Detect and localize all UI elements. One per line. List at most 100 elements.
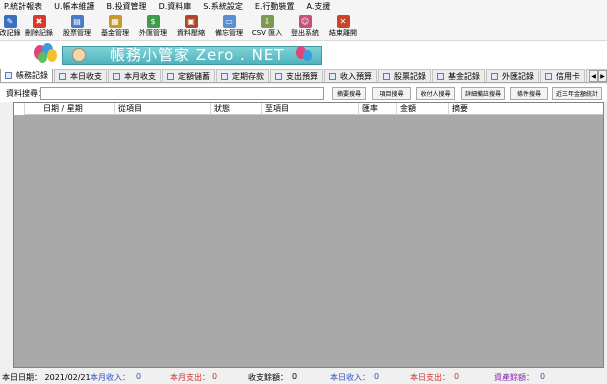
toolbar-label: 改記錄: [0, 29, 21, 37]
tab-scroll: ◀ ▶: [589, 70, 607, 82]
condition-search-button[interactable]: 條件搜尋: [510, 87, 548, 100]
day-expense-label: 本日支出：: [410, 373, 450, 382]
tab-1[interactable]: 本日收支: [54, 69, 107, 82]
fund-button[interactable]: ▦ 基金管理: [96, 13, 134, 41]
tab-4[interactable]: 定期存款: [216, 69, 269, 82]
balloon-icon: [38, 52, 47, 63]
tab-label: 本月收支: [124, 71, 156, 81]
tab-icon: [545, 72, 552, 80]
tab-0[interactable]: 帳務記錄: [0, 69, 53, 82]
tab-6[interactable]: 收入預算: [324, 69, 377, 82]
payee-search-button[interactable]: 收付人搜尋: [416, 87, 455, 100]
day-income-label: 本日收入：: [330, 373, 370, 382]
app-window: P.統計報表 U.帳本維護 B.投資管理 D.資料庫 S.系統設定 E.行動裝置…: [0, 0, 607, 384]
tab-icon: [113, 72, 120, 80]
month-expense-value: 0: [212, 372, 218, 381]
column-rate[interactable]: 匯率: [359, 103, 397, 115]
toolbar-label: 備忘管理: [215, 29, 243, 37]
memo-icon: ▭: [222, 15, 236, 28]
scroll-right-icon[interactable]: ▶: [598, 70, 607, 82]
column-to-item[interactable]: 至項目: [262, 103, 359, 115]
asset-label: 資產餘額：: [494, 373, 534, 382]
menu-investment[interactable]: B.投資管理: [107, 0, 147, 13]
app-title: 帳務小管家 Zero . NET: [110, 46, 285, 64]
tab-bar: 帳務記錄 本日收支 本月收支 定額儲蓄 定期存款 支出預算 收入預算 股票記錄 基金記錄 外匯記錄…: [0, 69, 607, 83]
currency-icon: $: [146, 15, 160, 28]
menu-report[interactable]: P.統計報表: [4, 0, 42, 13]
menu-bar: P.統計報表 U.帳本維護 B.投資管理 D.資料庫 S.系統設定 E.行動裝置…: [0, 0, 607, 13]
delete-record-icon: ✖: [32, 15, 46, 28]
toolbar-label: 股票管理: [63, 29, 91, 37]
item-search-button[interactable]: 項目搜尋: [372, 87, 411, 100]
menu-mobile[interactable]: E.行動裝置: [255, 0, 295, 13]
tab-5[interactable]: 支出預算: [270, 69, 323, 82]
tab-icon: [491, 72, 498, 80]
menu-settings[interactable]: S.系統設定: [203, 0, 243, 13]
day-income-value: 0: [374, 372, 380, 381]
tab-label: 本日收支: [70, 71, 102, 81]
tab-icon: [221, 72, 228, 80]
column-from-item[interactable]: 從項目: [115, 103, 211, 115]
search-row: 資料搜尋： 摘要搜尋 項目搜尋 收付人搜尋 詳細備註搜尋 條件搜尋 近三年金額統…: [0, 84, 607, 102]
tab-label: 信用卡: [556, 71, 580, 81]
column-summary[interactable]: 摘要: [449, 103, 603, 115]
menu-database[interactable]: D.資料庫: [159, 0, 192, 13]
stock-icon: ▤: [70, 15, 84, 28]
scroll-left-icon[interactable]: ◀: [589, 70, 598, 82]
column-date[interactable]: 日期 / 星期: [40, 103, 115, 115]
tab-label: 股票記錄: [394, 71, 426, 81]
tab-3[interactable]: 定額儲蓄: [162, 69, 215, 82]
stock-button[interactable]: ▤ 股票管理: [58, 13, 96, 41]
column-amount[interactable]: 金額: [397, 103, 449, 115]
delete-record-button[interactable]: ✖ 刪除記錄: [20, 13, 58, 41]
month-income-label: 本月收入：: [90, 373, 130, 382]
records-grid[interactable]: 日期 / 星期 從項目 狀態 至項目 匯率 金額 摘要: [13, 102, 604, 368]
compress-button[interactable]: ▣ 資料壓縮: [172, 13, 210, 41]
search-input[interactable]: [40, 87, 324, 100]
tab-8[interactable]: 基金記錄: [432, 69, 485, 82]
tab-icon: [275, 72, 282, 80]
csv-import-button[interactable]: ⇩ CSV 匯入: [248, 13, 286, 41]
fund-icon: ▦: [108, 15, 122, 28]
tab-10[interactable]: 信用卡: [540, 69, 585, 82]
toolbar-label: 結束離開: [329, 29, 357, 37]
grid-header: 日期 / 星期 從項目 狀態 至項目 匯率 金額 摘要: [14, 103, 603, 115]
tab-9[interactable]: 外匯記錄: [486, 69, 539, 82]
tab-label: 帳務記錄: [16, 71, 48, 80]
tab-label: 定期存款: [232, 71, 264, 81]
toolbar-label: CSV 匯入: [251, 29, 283, 37]
month-income-value: 0: [136, 372, 142, 381]
tab-icon: [59, 72, 66, 80]
toolbar-label: 登出系統: [291, 29, 319, 37]
tab-7[interactable]: 股票記錄: [378, 69, 431, 82]
exit-button[interactable]: ✕ 結束離開: [324, 13, 362, 41]
memo-button[interactable]: ▭ 備忘管理: [210, 13, 248, 41]
column-status[interactable]: 狀態: [211, 103, 262, 115]
currency-button[interactable]: $ 外匯管理: [134, 13, 172, 41]
logout-icon: ☺: [298, 15, 312, 28]
toolbar-label: 刪除記錄: [25, 29, 53, 37]
summary-search-button[interactable]: 摘要搜尋: [332, 87, 366, 100]
tab-icon: [437, 72, 444, 80]
toolbar: ✎ 改記錄 ✖ 刪除記錄 ▤ 股票管理 ▦ 基金管理 $ 外匯管理 ▣ 資料壓縮 ▭ 備忘管理 ⇩ CSV 匯…: [0, 13, 607, 41]
balloon-icon: [303, 50, 312, 61]
csv-import-icon: ⇩: [260, 15, 274, 28]
today-date: 本日日期： 2021/02/21: [2, 373, 91, 382]
tab-icon: [167, 72, 174, 80]
tab-label: 外匯記錄: [502, 71, 534, 81]
logout-button[interactable]: ☺ 登出系統: [286, 13, 324, 41]
day-expense-value: 0: [454, 372, 460, 381]
menu-ledger[interactable]: U.帳本維護: [54, 0, 94, 13]
asset-value: 0: [540, 372, 546, 381]
menu-support[interactable]: A.支援: [307, 0, 331, 13]
note-search-button[interactable]: 詳細備註搜尋: [461, 87, 505, 100]
tab-icon: [5, 72, 12, 79]
edit-record-button[interactable]: ✎ 改記錄: [0, 13, 21, 41]
app-banner: 帳務小管家 Zero . NET: [0, 41, 607, 69]
tab-2[interactable]: 本月收支: [108, 69, 161, 82]
three-year-stats-button[interactable]: 近三年金額統計: [552, 87, 602, 100]
status-bar: 本日日期： 2021/02/21 本月收入： 0 本月支出： 0 收支餘額： 0…: [0, 370, 607, 384]
exit-icon: ✕: [336, 15, 350, 28]
toolbar-label: 基金管理: [101, 29, 129, 37]
tab-icon: [383, 72, 390, 80]
